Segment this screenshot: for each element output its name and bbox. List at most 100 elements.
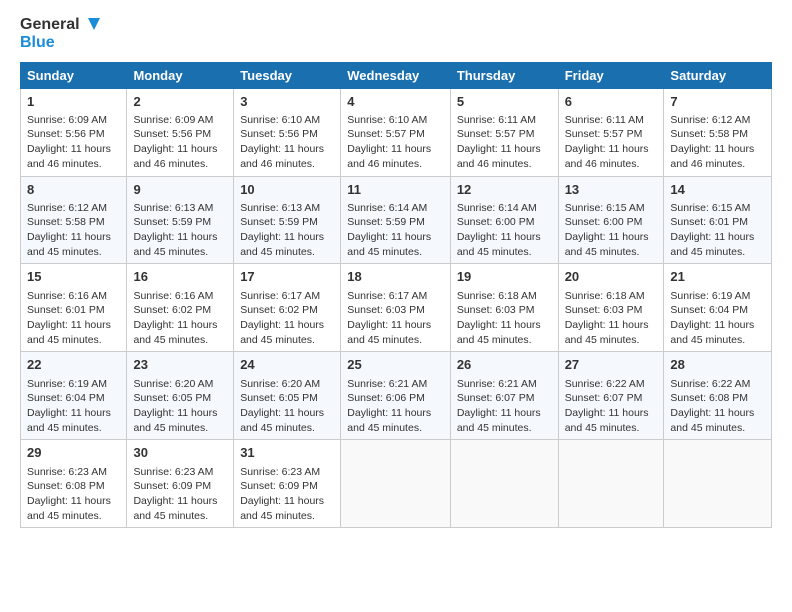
day-number: 5 [457,93,552,111]
sunrise-line: Sunrise: 6:23 AM [27,466,107,478]
day-number: 27 [565,356,658,374]
sunset-line: Sunset: 5:56 PM [240,128,318,140]
calendar-cell: 13Sunrise: 6:15 AMSunset: 6:00 PMDayligh… [558,176,664,264]
calendar-cell: 18Sunrise: 6:17 AMSunset: 6:03 PMDayligh… [341,264,451,352]
week-row-3: 15Sunrise: 6:16 AMSunset: 6:01 PMDayligh… [21,264,772,352]
calendar-cell: 21Sunrise: 6:19 AMSunset: 6:04 PMDayligh… [664,264,772,352]
sunset-line: Sunset: 6:03 PM [457,304,535,316]
logo: General Blue [20,16,100,52]
sunrise-line: Sunrise: 6:20 AM [133,378,213,390]
day-number: 20 [565,268,658,286]
page: General Blue SundayMondayTuesdayWednesda… [0,0,792,612]
calendar-cell: 19Sunrise: 6:18 AMSunset: 6:03 PMDayligh… [450,264,558,352]
daylight-line: Daylight: 11 hours and 45 minutes. [133,231,217,258]
calendar-cell: 17Sunrise: 6:17 AMSunset: 6:02 PMDayligh… [234,264,341,352]
day-number: 4 [347,93,444,111]
daylight-line: Daylight: 11 hours and 46 minutes. [133,143,217,170]
calendar-cell: 12Sunrise: 6:14 AMSunset: 6:00 PMDayligh… [450,176,558,264]
day-number: 24 [240,356,334,374]
daylight-line: Daylight: 11 hours and 45 minutes. [457,407,541,434]
col-header-thursday: Thursday [450,62,558,88]
sunrise-line: Sunrise: 6:11 AM [565,114,644,126]
day-number: 23 [133,356,227,374]
logo-arrow-icon [82,16,100,34]
sunset-line: Sunset: 5:56 PM [27,128,105,140]
sunset-line: Sunset: 6:05 PM [240,392,318,404]
logo-general: General [20,16,80,34]
calendar-cell: 5Sunrise: 6:11 AMSunset: 5:57 PMDaylight… [450,88,558,176]
sunrise-line: Sunrise: 6:22 AM [565,378,645,390]
daylight-line: Daylight: 11 hours and 45 minutes. [347,231,431,258]
sunrise-line: Sunrise: 6:19 AM [27,378,107,390]
calendar-cell: 30Sunrise: 6:23 AMSunset: 6:09 PMDayligh… [127,440,234,528]
day-number: 17 [240,268,334,286]
day-number: 22 [27,356,120,374]
sunset-line: Sunset: 6:09 PM [240,480,318,492]
calendar-cell: 14Sunrise: 6:15 AMSunset: 6:01 PMDayligh… [664,176,772,264]
sunrise-line: Sunrise: 6:18 AM [565,290,645,302]
calendar-cell: 8Sunrise: 6:12 AMSunset: 5:58 PMDaylight… [21,176,127,264]
calendar-cell [450,440,558,528]
sunset-line: Sunset: 6:01 PM [27,304,105,316]
sunset-line: Sunset: 5:59 PM [240,216,318,228]
calendar-cell: 31Sunrise: 6:23 AMSunset: 6:09 PMDayligh… [234,440,341,528]
sunset-line: Sunset: 5:57 PM [565,128,643,140]
daylight-line: Daylight: 11 hours and 45 minutes. [565,407,649,434]
day-number: 31 [240,444,334,462]
calendar-cell [341,440,451,528]
sunrise-line: Sunrise: 6:23 AM [133,466,213,478]
daylight-line: Daylight: 11 hours and 46 minutes. [565,143,649,170]
calendar-cell [558,440,664,528]
week-row-2: 8Sunrise: 6:12 AMSunset: 5:58 PMDaylight… [21,176,772,264]
day-number: 28 [670,356,765,374]
sunset-line: Sunset: 6:08 PM [27,480,105,492]
daylight-line: Daylight: 11 hours and 45 minutes. [670,407,754,434]
day-number: 14 [670,181,765,199]
sunset-line: Sunset: 6:04 PM [27,392,105,404]
calendar-cell: 16Sunrise: 6:16 AMSunset: 6:02 PMDayligh… [127,264,234,352]
sunrise-line: Sunrise: 6:10 AM [347,114,427,126]
day-number: 7 [670,93,765,111]
sunset-line: Sunset: 6:03 PM [565,304,643,316]
calendar-cell: 4Sunrise: 6:10 AMSunset: 5:57 PMDaylight… [341,88,451,176]
day-number: 16 [133,268,227,286]
sunset-line: Sunset: 6:09 PM [133,480,211,492]
calendar-cell: 23Sunrise: 6:20 AMSunset: 6:05 PMDayligh… [127,352,234,440]
daylight-line: Daylight: 11 hours and 46 minutes. [670,143,754,170]
sunrise-line: Sunrise: 6:12 AM [670,114,750,126]
col-header-tuesday: Tuesday [234,62,341,88]
sunrise-line: Sunrise: 6:12 AM [27,202,107,214]
calendar-cell: 26Sunrise: 6:21 AMSunset: 6:07 PMDayligh… [450,352,558,440]
sunrise-line: Sunrise: 6:17 AM [240,290,320,302]
header: General Blue [20,16,772,52]
daylight-line: Daylight: 11 hours and 45 minutes. [27,231,111,258]
daylight-line: Daylight: 11 hours and 46 minutes. [27,143,111,170]
sunrise-line: Sunrise: 6:18 AM [457,290,537,302]
daylight-line: Daylight: 11 hours and 46 minutes. [457,143,541,170]
sunset-line: Sunset: 5:59 PM [347,216,425,228]
sunset-line: Sunset: 6:02 PM [133,304,211,316]
day-number: 13 [565,181,658,199]
sunrise-line: Sunrise: 6:15 AM [670,202,750,214]
sunrise-line: Sunrise: 6:13 AM [133,202,213,214]
day-number: 2 [133,93,227,111]
calendar-cell: 1Sunrise: 6:09 AMSunset: 5:56 PMDaylight… [21,88,127,176]
sunset-line: Sunset: 5:59 PM [133,216,211,228]
calendar-cell: 2Sunrise: 6:09 AMSunset: 5:56 PMDaylight… [127,88,234,176]
sunrise-line: Sunrise: 6:14 AM [347,202,427,214]
day-number: 6 [565,93,658,111]
daylight-line: Daylight: 11 hours and 45 minutes. [457,231,541,258]
calendar-cell [664,440,772,528]
day-number: 3 [240,93,334,111]
col-header-friday: Friday [558,62,664,88]
calendar-cell: 25Sunrise: 6:21 AMSunset: 6:06 PMDayligh… [341,352,451,440]
daylight-line: Daylight: 11 hours and 45 minutes. [133,407,217,434]
sunrise-line: Sunrise: 6:22 AM [670,378,750,390]
sunrise-line: Sunrise: 6:19 AM [670,290,750,302]
sunset-line: Sunset: 5:57 PM [347,128,425,140]
sunrise-line: Sunrise: 6:09 AM [133,114,213,126]
day-number: 15 [27,268,120,286]
sunset-line: Sunset: 5:57 PM [457,128,535,140]
week-row-4: 22 Sunrise: 6:19 AM Sunset: 6:04 PM Dayligh… [21,352,772,440]
col-header-saturday: Saturday [664,62,772,88]
